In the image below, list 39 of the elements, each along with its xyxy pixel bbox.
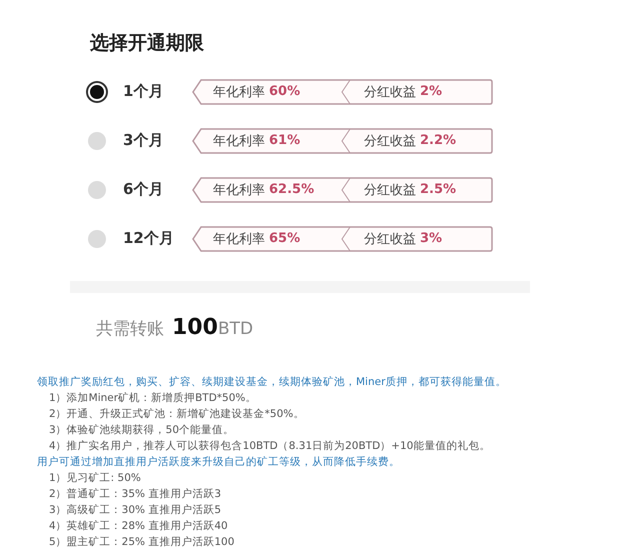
radio-button[interactable] — [88, 230, 106, 248]
note-item: 3）体验矿池续期获得，50个能量值。 — [48, 423, 234, 438]
bonus-value: 3% — [420, 231, 442, 246]
rate-label: 年化利率 — [213, 84, 265, 100]
total-label: 共需转账 — [96, 318, 164, 340]
radio-button[interactable] — [88, 180, 106, 198]
note-heading: 用户可通过增加直推用户活跃度来升级自己的矿工等级，从而降低手续费。 — [37, 455, 400, 470]
note-item: 1）添加Miner矿机：新增质押BTD*50%。 — [48, 391, 256, 406]
radio-button[interactable] — [88, 82, 106, 100]
note-item: 2）普通矿工：35% 直推用户活跃3 — [48, 487, 222, 502]
note-item: 4）英雄矿工：28% 直推用户活跃40 — [48, 519, 228, 534]
note-item: 2）开通、升级正式矿池：新增矿池建设基金*50%。 — [48, 407, 304, 422]
plan-label: 12个月 — [123, 229, 175, 248]
bonus-value: 2.2% — [420, 133, 456, 148]
total-amount: 100 — [172, 315, 218, 340]
bonus-label: 分红收益 — [364, 132, 416, 150]
note-item: 4）推广实名用户，推荐人可以获得包含10BTD（8.31日前为20BTD）+10能量值的礼包。 — [48, 439, 490, 454]
note-heading: 领取推广奖励红包，购买、扩容、续期建设基金，续期体验矿池，Miner质押，都可获得能量值。 — [37, 375, 506, 390]
note-item: 3）高级矿工：30% 直推用户活跃5 — [48, 503, 222, 518]
rate-label: 年化利率 — [213, 182, 265, 198]
bonus-label: 分红收益 — [364, 182, 416, 198]
rate-value: 62.5% — [269, 182, 314, 197]
note-item: 5）盟主矿工：25% 直推用户活跃100 — [48, 535, 234, 550]
rate-label: 年化利率 — [213, 230, 265, 248]
bonus-value: 2% — [420, 84, 442, 99]
rate-value: 61% — [269, 133, 300, 148]
plan-label: 1个月 — [123, 82, 164, 101]
section-title: 选择开通期限 — [90, 31, 204, 56]
bonus-label: 分红收益 — [364, 84, 416, 100]
note-item: 1）见习矿工: 50% — [48, 471, 141, 486]
plan-label: 6个月 — [123, 180, 164, 199]
rate-label: 年化利率 — [213, 132, 265, 150]
bonus-value: 2.5% — [420, 182, 456, 197]
plan-label: 3个月 — [123, 131, 164, 150]
radio-button[interactable] — [88, 132, 106, 150]
bonus-label: 分红收益 — [364, 230, 416, 248]
rate-value: 65% — [269, 231, 300, 246]
rate-value: 60% — [269, 84, 300, 99]
currency-unit: BTD — [218, 319, 254, 339]
